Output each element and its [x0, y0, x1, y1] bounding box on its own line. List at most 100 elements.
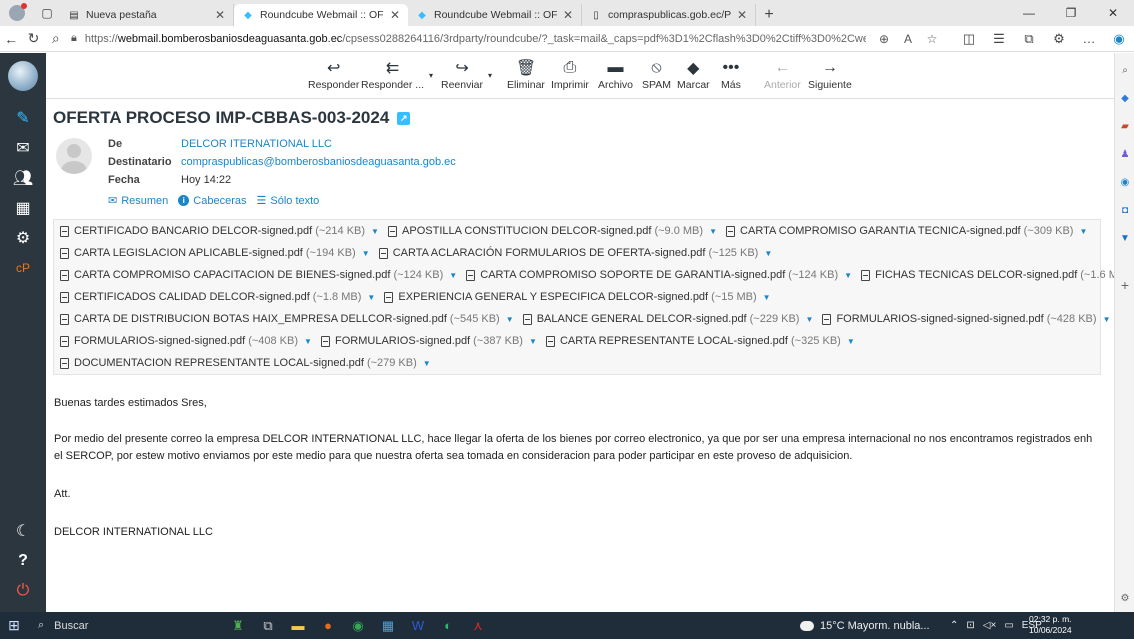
file-explorer-icon[interactable]: ▬	[283, 612, 313, 639]
extensions-icon[interactable]: ⚙	[1044, 31, 1074, 47]
contacts-icon[interactable]: 👥︎	[0, 165, 46, 191]
close-tab-icon[interactable]: ✕	[390, 8, 400, 22]
copilot-icon[interactable]: ◉	[1104, 31, 1134, 47]
tag-icon[interactable]: ◆	[1115, 93, 1134, 104]
dark-mode-icon[interactable]: ☾	[0, 518, 46, 544]
favorite-star-icon[interactable]: ☆	[920, 32, 944, 46]
attachment-item[interactable]: CARTA LEGISLACION APLICABLE-signed.pdf (~…	[60, 247, 370, 259]
store-icon[interactable]: ▦	[373, 612, 403, 639]
roundcube-logo[interactable]	[8, 61, 38, 91]
split-screen-icon[interactable]: ◫	[954, 31, 984, 47]
chevron-down-icon[interactable]: ▼	[844, 271, 852, 280]
refresh-icon[interactable]: ↻	[22, 26, 44, 52]
volume-icon[interactable]: ◁×	[983, 620, 997, 631]
attachment-item[interactable]: DOCUMENTACION REPRESENTANTE LOCAL-signed…	[60, 357, 431, 369]
logout-icon[interactable]: ⏻	[0, 578, 46, 604]
compose-icon[interactable]: ✎	[0, 105, 46, 131]
attachment-item[interactable]: CARTA REPRESENTANTE LOCAL-signed.pdf (~32…	[545, 335, 855, 347]
browser-tab[interactable]: ▯ compraspublicas.gob.ec/Proceso ✕	[582, 4, 756, 26]
chevron-down-icon[interactable]: ▾	[488, 71, 492, 80]
forward-button[interactable]: ↪ Reenviar ▾	[441, 57, 492, 91]
close-tab-icon[interactable]: ✕	[215, 8, 225, 22]
word-icon[interactable]: W	[403, 612, 433, 639]
attachment-item[interactable]: FICHAS TECNICAS DELCOR-signed.pdf (~1.6 M…	[861, 269, 1114, 281]
attachment-item[interactable]: CERTIFICADO BANCARIO DELCOR-signed.pdf (~…	[60, 225, 379, 237]
search-icon[interactable]: ⌕	[1115, 65, 1134, 76]
gear-icon[interactable]: ⚙	[1115, 593, 1134, 604]
office-icon[interactable]: ◉	[1115, 177, 1134, 188]
next-button[interactable]: → Siguiente	[808, 57, 852, 91]
clock[interactable]: 02:32 p. m. 10/06/2024	[1029, 614, 1072, 636]
mark-button[interactable]: ◆ Marcar	[677, 57, 710, 91]
browser-tab[interactable]: ◆ Roundcube Webmail :: OFERTA P ✕	[408, 4, 582, 26]
weather-widget[interactable]: 15°C Mayorm. nubla...	[800, 612, 930, 639]
attachment-item[interactable]: FORMULARIOS-signed.pdf (~387 KB) ▼	[321, 335, 537, 347]
attachment-item[interactable]: APOSTILLA CONSTITUCION DELCOR-signed.pdf…	[388, 225, 717, 237]
attachment-item[interactable]: CARTA DE DISTRIBUCION BOTAS HAIX_EMPRESA…	[60, 313, 514, 325]
plain-text-link[interactable]: ☰ Sólo texto	[257, 194, 320, 208]
mail-icon[interactable]: ✉	[0, 135, 46, 161]
attachment-item[interactable]: CARTA COMPROMISO CAPACITACION DE BIENES-…	[60, 269, 457, 281]
network-icon[interactable]: ⊡	[966, 620, 974, 631]
read-aloud-icon[interactable]: A	[896, 32, 920, 46]
firefox-icon[interactable]: ●	[313, 612, 343, 639]
chevron-down-icon[interactable]: ▼	[1079, 227, 1087, 236]
chevron-down-icon[interactable]: ▼	[449, 271, 457, 280]
reply-button[interactable]: ↩ Responder	[308, 57, 359, 91]
summary-link[interactable]: ✉ Resumen	[108, 194, 168, 208]
tab-actions-icon[interactable]: ▢	[34, 0, 60, 26]
close-tab-icon[interactable]: ✕	[563, 8, 573, 22]
chevron-down-icon[interactable]: ▼	[709, 227, 717, 236]
sender-link[interactable]: DELCOR ITERNATIONAL LLC	[181, 138, 332, 150]
taskbar-search[interactable]: ⌕ Buscar	[38, 612, 168, 639]
chevron-down-icon[interactable]: ▼	[362, 249, 370, 258]
help-icon[interactable]: ?	[0, 548, 46, 574]
browser-tab-active[interactable]: ◆ Roundcube Webmail :: OFERTA P ✕	[234, 4, 408, 26]
attachment-item[interactable]: CERTIFICADOS CALIDAD DELCOR-signed.pdf (~…	[60, 291, 375, 303]
search-icon[interactable]: ⌕	[45, 26, 67, 52]
url-field[interactable]: 🔒︎ https://webmail.bomberosbaniosdeaguas…	[71, 28, 866, 50]
edge-icon[interactable]: ◐	[433, 612, 463, 639]
chrome-icon[interactable]: ◉	[343, 612, 373, 639]
settings-icon[interactable]: ⚙	[0, 225, 46, 251]
close-window-icon[interactable]: ✕	[1092, 0, 1134, 26]
task-view-icon[interactable]: ⧉	[253, 612, 283, 639]
minimize-icon[interactable]: —	[1008, 0, 1050, 26]
chevron-down-icon[interactable]: ▼	[847, 337, 855, 346]
outlook-icon[interactable]: ◘	[1115, 205, 1134, 216]
delete-button[interactable]: 🗑︎ Eliminar	[507, 57, 545, 91]
spam-button[interactable]: ⦸ SPAM	[642, 57, 671, 91]
chevron-down-icon[interactable]: ▼	[367, 293, 375, 302]
print-button[interactable]: ⎙ Imprimir	[551, 57, 589, 91]
attachment-item[interactable]: CARTA COMPROMISO SOPORTE DE GARANTIA-sig…	[466, 269, 852, 281]
more-icon[interactable]: …	[1074, 31, 1104, 47]
chevron-down-icon[interactable]: ▾	[429, 71, 433, 80]
headers-link[interactable]: i Cabeceras	[178, 195, 247, 207]
restore-icon[interactable]: ❐	[1050, 0, 1092, 26]
zoom-icon[interactable]: ⊕	[872, 32, 896, 46]
people-icon[interactable]: ♟	[1115, 149, 1134, 160]
chevron-down-icon[interactable]: ▼	[371, 227, 379, 236]
favorites-icon[interactable]: ☰	[984, 31, 1014, 47]
back-icon[interactable]: ←	[0, 26, 22, 52]
archive-button[interactable]: ▬ Archivo	[598, 57, 633, 91]
chevron-down-icon[interactable]: ▼	[529, 337, 537, 346]
chevron-down-icon[interactable]: ▼	[506, 315, 514, 324]
chevron-down-icon[interactable]: ▼	[764, 249, 772, 258]
recipient-link[interactable]: compraspublicas@bomberosbaniosdeaguasant…	[181, 156, 456, 168]
calendar-icon[interactable]: ▦	[0, 195, 46, 221]
chevron-down-icon[interactable]: ▼	[423, 359, 431, 368]
briefcase-icon[interactable]: ▰	[1115, 121, 1134, 132]
chevron-down-icon[interactable]: ▼	[763, 293, 771, 302]
drop-icon[interactable]: ▼	[1115, 233, 1134, 244]
widget-icon[interactable]: ♜	[223, 612, 253, 639]
attachment-item[interactable]: FORMULARIOS-signed-signed-signed.pdf (~42…	[822, 313, 1110, 325]
chevron-down-icon[interactable]: ▼	[805, 315, 813, 324]
previous-button[interactable]: ← Anterior	[764, 57, 801, 91]
open-in-new-window-icon[interactable]: ↗	[397, 111, 411, 125]
collections-icon[interactable]: ⧉	[1014, 31, 1044, 47]
reply-all-button[interactable]: ⇇ Responder ... ▾	[361, 57, 433, 91]
attachment-item[interactable]: EXPERIENCIA GENERAL Y ESPECIFICA DELCOR-…	[384, 291, 771, 303]
attachment-item[interactable]: CARTA COMPROMISO GARANTIA TECNICA-signed…	[726, 225, 1087, 237]
attachment-item[interactable]: BALANCE GENERAL DELCOR-signed.pdf (~229 K…	[522, 313, 813, 325]
